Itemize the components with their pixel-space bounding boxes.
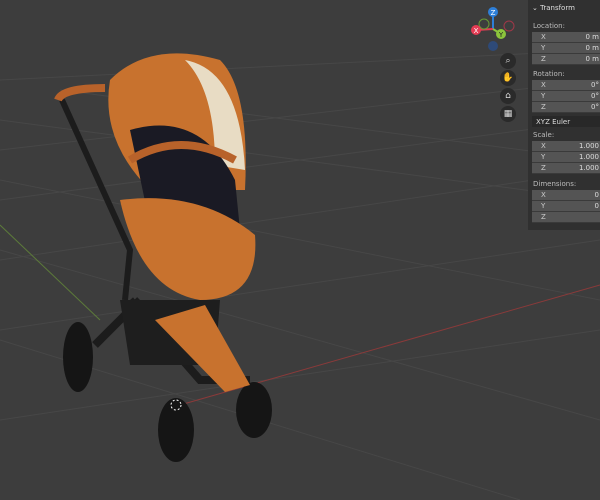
dimensions-z[interactable]: Z xyxy=(532,212,600,223)
axis-label: Y xyxy=(541,92,546,100)
gizmo-z[interactable]: Z xyxy=(491,9,496,17)
location-x[interactable]: X 0 m xyxy=(532,32,600,43)
value: 1.000 xyxy=(578,164,599,172)
axis-label: X xyxy=(541,33,546,41)
navigation-gizmo[interactable]: Z X Y xyxy=(471,7,515,51)
dimensions-x[interactable]: X0 xyxy=(532,190,600,201)
zoom-icon[interactable]: ⌕ xyxy=(500,53,516,69)
axis-label: Z xyxy=(541,103,546,111)
axis-label: X xyxy=(541,142,546,150)
rotation-x[interactable]: X 0° xyxy=(532,80,600,91)
value: 0 xyxy=(594,191,599,199)
dimensions-label: Dimensions: xyxy=(533,180,577,188)
value: 1.000 xyxy=(578,142,599,150)
gizmo-x[interactable]: X xyxy=(474,27,479,35)
value: 0 m xyxy=(585,33,600,41)
value: 0° xyxy=(591,103,599,111)
value: 0 m xyxy=(585,44,600,52)
stroller-model xyxy=(54,53,272,462)
value: 1.000 xyxy=(578,153,599,161)
rotation-y[interactable]: Y 0° xyxy=(532,91,600,102)
axis-label: Y xyxy=(541,44,546,52)
value: 0 xyxy=(594,202,599,210)
rotation-label: Rotation: xyxy=(533,70,565,78)
location-y[interactable]: Y 0 m xyxy=(532,43,600,54)
axis-label: X xyxy=(541,81,546,89)
panel-title: Transform xyxy=(540,4,575,12)
value: 0 m xyxy=(585,55,600,63)
axis-label: Z xyxy=(541,55,546,63)
dimensions-y[interactable]: Y0 xyxy=(532,201,600,212)
camera-icon[interactable]: ⌂ xyxy=(500,88,516,104)
transform-panel: ⌄ Transform Location: X 0 m Y 0 m Z 0 m Rot… xyxy=(528,0,600,230)
axis-label: X xyxy=(541,191,546,199)
location-z[interactable]: Z 0 m xyxy=(532,54,600,65)
panel-header[interactable]: ⌄ Transform xyxy=(532,4,575,12)
axis-label: Z xyxy=(541,213,546,221)
scale-y[interactable]: Y 1.000 xyxy=(532,152,600,163)
value: 0° xyxy=(591,81,599,89)
axis-label: Y xyxy=(541,153,546,161)
value: 0° xyxy=(591,92,599,100)
location-label: Location: xyxy=(533,22,565,30)
axis-label: Z xyxy=(541,164,546,172)
scale-label: Scale: xyxy=(533,131,555,139)
scale-z[interactable]: Z 1.000 xyxy=(532,163,600,174)
gizmo-y[interactable]: Y xyxy=(498,31,504,39)
scale-x[interactable]: X 1.000 xyxy=(532,141,600,152)
grid-icon[interactable]: ▦ xyxy=(500,106,516,122)
rotation-z[interactable]: Z 0° xyxy=(532,102,600,113)
rotation-mode-select[interactable]: XYZ Euler xyxy=(532,116,600,127)
hand-icon[interactable]: ✋ xyxy=(500,70,516,86)
axis-label: Y xyxy=(541,202,546,210)
value: XYZ Euler xyxy=(536,118,571,126)
y-axis-line xyxy=(0,224,101,321)
x-axis-line xyxy=(179,284,600,406)
